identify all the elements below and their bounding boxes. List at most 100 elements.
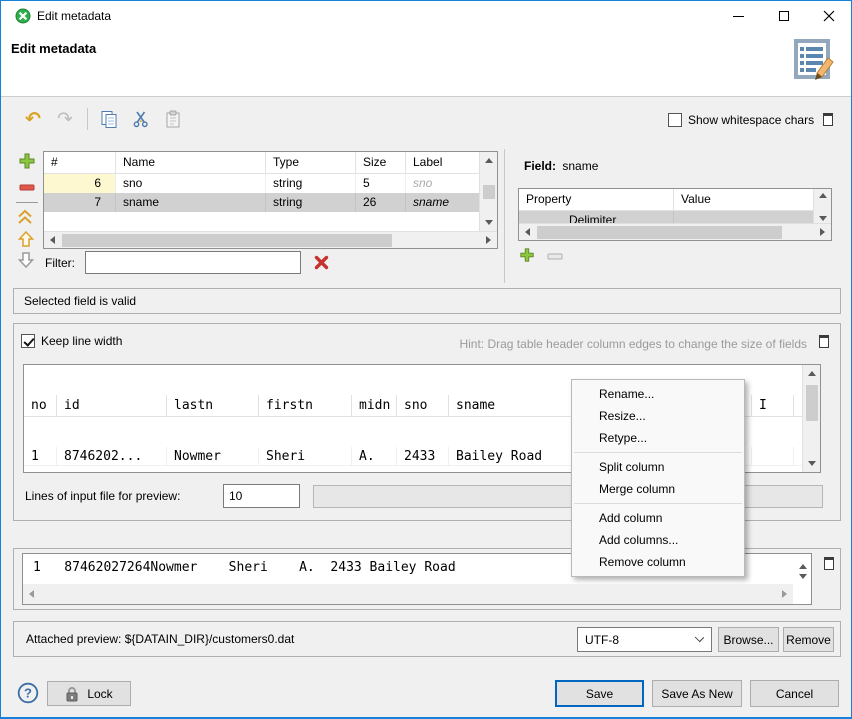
dialog-header: Edit metadata <box>1 31 851 97</box>
field-label: sno <box>406 174 481 193</box>
menu-item-retype[interactable]: Retype... <box>572 427 744 449</box>
col-header-name[interactable]: Name <box>116 152 266 173</box>
cell: 8746202... <box>57 447 167 465</box>
cell: 1 <box>24 447 57 465</box>
field-row-sname-selected[interactable]: 7 sname string 26 sname <box>44 193 497 212</box>
cell: A. <box>352 447 397 465</box>
field-name: sno <box>116 174 266 193</box>
move-field-top-button[interactable] <box>16 208 34 226</box>
close-button[interactable] <box>806 1 851 31</box>
menu-item-remove-column[interactable]: Remove column <box>572 551 744 573</box>
remove-attached-button[interactable]: Remove <box>783 627 834 652</box>
menu-item-resize[interactable]: Resize... <box>572 405 744 427</box>
raw-preview-line: 1 87462027264Nowmer Sheri A. 2433 Bailey… <box>33 560 456 575</box>
minus-icon <box>18 178 36 196</box>
col-header-value[interactable]: Value <box>674 189 813 210</box>
add-property-button[interactable] <box>519 247 535 263</box>
pcol-lastn[interactable]: lastn <box>167 395 259 416</box>
menu-item-split-column[interactable]: Split column <box>572 456 744 478</box>
cell <box>752 447 794 465</box>
minimize-button[interactable] <box>716 1 761 31</box>
svg-text:?: ? <box>24 686 32 701</box>
add-field-button[interactable] <box>18 152 36 170</box>
minimize-icon <box>733 16 744 17</box>
toolbar-detach-icon[interactable] <box>823 113 833 126</box>
plus-icon <box>18 152 36 170</box>
field-detail-title: Field: sname <box>524 159 598 173</box>
clear-filter-button[interactable] <box>313 254 330 271</box>
remove-property-button-disabled[interactable] <box>547 252 563 261</box>
field-detail-name: sname <box>562 159 598 173</box>
menu-item-rename[interactable]: Rename... <box>572 383 744 405</box>
lines-preview-input[interactable] <box>223 484 300 508</box>
remove-label: Remove <box>786 633 831 647</box>
raw-preview-detach-icon[interactable] <box>824 557 834 570</box>
show-whitespace-option[interactable]: Show whitespace chars <box>668 113 814 127</box>
fields-table-vscroll[interactable] <box>479 152 497 231</box>
browse-label: Browse... <box>723 633 773 647</box>
fields-table-hscroll[interactable] <box>44 231 497 248</box>
field-num: 7 <box>44 193 116 212</box>
title-bar: Edit metadata <box>1 1 851 31</box>
pcol-no[interactable]: no <box>24 395 57 416</box>
raw-preview-hscroll[interactable] <box>23 584 793 604</box>
help-button[interactable]: ? <box>17 682 39 704</box>
lock-icon <box>65 686 79 702</box>
field-properties-hscroll[interactable] <box>519 223 831 240</box>
raw-preview-vscroll[interactable] <box>799 564 807 579</box>
browse-button[interactable]: Browse... <box>718 627 779 652</box>
col-header-property[interactable]: Property <box>519 189 674 210</box>
paste-button[interactable] <box>161 107 185 131</box>
field-size: 26 <box>356 193 406 212</box>
preview-progress-bar <box>313 485 823 508</box>
save-as-new-label: Save As New <box>661 687 732 701</box>
remove-field-button[interactable] <box>18 178 36 196</box>
toolbar-separator <box>87 108 88 130</box>
encoding-combobox[interactable]: UTF-8 <box>577 627 712 652</box>
menu-item-add-columns[interactable]: Add columns... <box>572 529 744 551</box>
move-field-down-button[interactable] <box>17 251 35 269</box>
preview-detach-icon[interactable] <box>819 335 829 348</box>
field-detail-label: Field: <box>524 159 556 173</box>
col-header-label[interactable]: Label <box>406 152 481 173</box>
move-field-up-button[interactable] <box>17 230 35 248</box>
keep-line-width-checkbox[interactable] <box>21 334 35 348</box>
data-preview-vscroll[interactable] <box>802 365 820 472</box>
attached-preview-section: Attached preview: ${DATAIN_DIR}/customer… <box>13 621 841 657</box>
menu-item-merge-column[interactable]: Merge column <box>572 478 744 500</box>
cut-button[interactable] <box>129 107 153 131</box>
col-header-num[interactable]: # <box>44 152 116 173</box>
page-title: Edit metadata <box>11 41 96 56</box>
keep-line-width-option[interactable]: Keep line width <box>21 334 122 348</box>
lock-button[interactable]: Lock <box>47 681 131 706</box>
copy-icon <box>100 110 119 129</box>
fields-table-header: # Name Type Size Label <box>44 152 497 174</box>
pcol-i[interactable]: I <box>752 395 794 416</box>
minus-disabled-icon <box>547 252 563 261</box>
show-whitespace-checkbox[interactable] <box>668 113 682 127</box>
cell: Nowmer <box>167 447 259 465</box>
col-header-type[interactable]: Type <box>266 152 356 173</box>
save-as-new-button[interactable]: Save As New <box>652 680 742 707</box>
col-header-size[interactable]: Size <box>356 152 406 173</box>
cancel-button[interactable]: Cancel <box>750 680 839 707</box>
field-row-sno[interactable]: 6 sno string 5 sno <box>44 174 497 193</box>
panel-sash[interactable] <box>504 149 505 283</box>
save-button[interactable]: Save <box>555 680 644 707</box>
pcol-sno[interactable]: sno <box>397 395 449 416</box>
field-properties-vscroll[interactable] <box>813 189 831 224</box>
paste-icon <box>165 110 181 129</box>
pcol-firstn[interactable]: firstn <box>259 395 352 416</box>
filter-label: Filter: <box>45 256 75 270</box>
menu-separator <box>574 503 742 504</box>
pcol-id[interactable]: id <box>57 395 167 416</box>
maximize-button[interactable] <box>761 1 806 31</box>
metadata-edit-icon <box>789 36 835 84</box>
redo-button[interactable]: ↷ <box>53 107 77 131</box>
field-type: string <box>266 193 356 212</box>
pcol-midn[interactable]: midn <box>352 395 397 416</box>
menu-item-add-column[interactable]: Add column <box>572 507 744 529</box>
filter-input[interactable] <box>85 251 301 274</box>
undo-button[interactable]: ↶ <box>21 107 45 131</box>
copy-button[interactable] <box>97 107 121 131</box>
